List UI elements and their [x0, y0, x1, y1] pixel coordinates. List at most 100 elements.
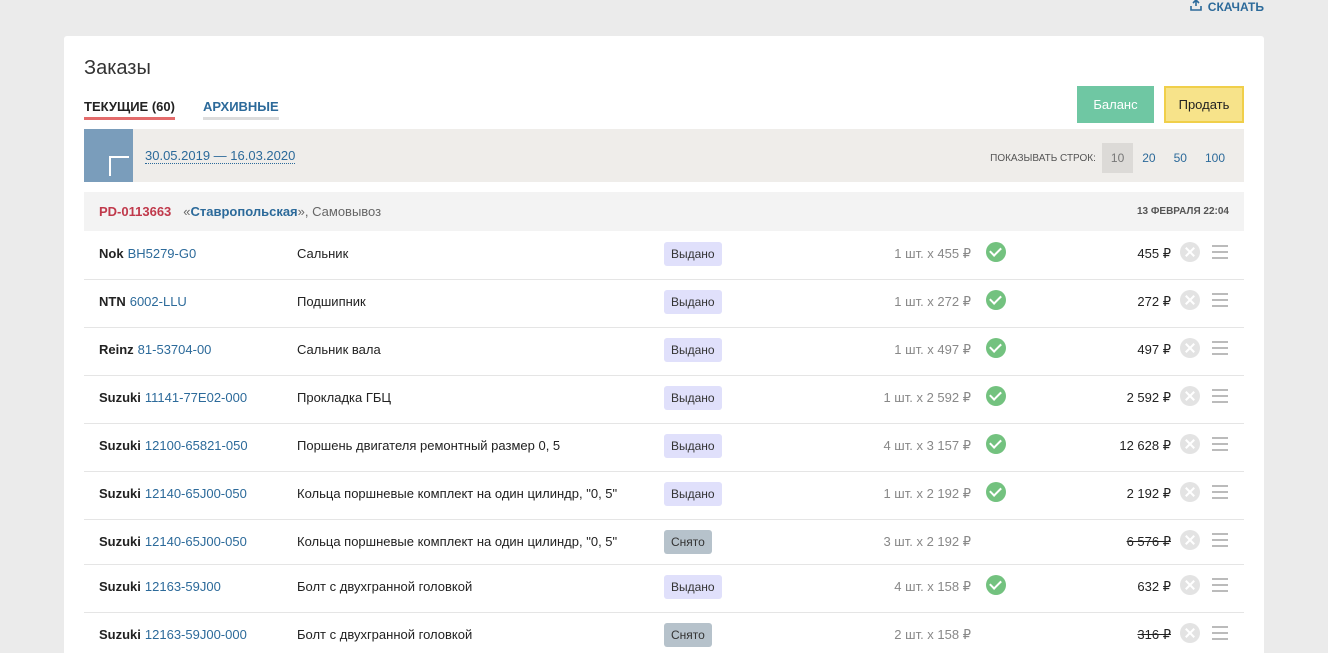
status-badge: Снято [664, 623, 712, 647]
item-total: 455 ₽ [1137, 246, 1171, 261]
table-row: Suzuki 12163-59J00-000 Болт с двухгранной… [84, 613, 1244, 653]
menu-icon[interactable] [1212, 626, 1228, 644]
item-total: 272 ₽ [1137, 294, 1171, 309]
rows-per-page: ПОКАЗЫВАТЬ СТРОК: 10 20 50 100 [990, 143, 1234, 173]
menu-icon[interactable] [1212, 245, 1228, 263]
check-icon [986, 434, 1006, 454]
item-total: 2 192 ₽ [1126, 486, 1171, 501]
tab-archive[interactable]: АРХИВНЫЕ [202, 99, 279, 120]
item-qty-price: 1 шт. х 272 ₽ [894, 294, 971, 309]
rows-option-20[interactable]: 20 [1133, 143, 1164, 173]
menu-icon[interactable] [1212, 341, 1228, 359]
order-items: Nok BH5279-G0 Сальник Выдано 1 шт. х 455 … [84, 232, 1244, 653]
status-badge: Выдано [664, 290, 722, 314]
cancel-icon[interactable] [1180, 434, 1200, 454]
menu-icon[interactable] [1212, 578, 1228, 596]
menu-icon[interactable] [1212, 293, 1228, 311]
item-qty-price: 2 шт. х 158 ₽ [894, 627, 971, 642]
item-qty-price: 4 шт. х 3 157 ₽ [883, 438, 971, 453]
item-part-link[interactable]: 12163-59J00 [145, 579, 221, 594]
cancel-icon[interactable] [1180, 623, 1200, 643]
check-icon [986, 290, 1006, 310]
rows-option-50[interactable]: 50 [1165, 143, 1196, 173]
item-total: 2 592 ₽ [1126, 390, 1171, 405]
cancel-icon[interactable] [1180, 386, 1200, 406]
item-part-link[interactable]: BH5279-G0 [128, 246, 197, 261]
item-description: Кольца поршневые комплект на один цилинд… [297, 534, 618, 549]
item-description: Кольца поршневые комплект на один цилинд… [297, 486, 618, 501]
cancel-icon[interactable] [1180, 530, 1200, 550]
order-id[interactable]: PD-0113663 [99, 204, 171, 219]
menu-icon[interactable] [1212, 389, 1228, 407]
menu-icon[interactable] [1212, 485, 1228, 503]
delivery-method: , Самовывоз [304, 204, 382, 219]
item-brand: NTN 6002-LLU [99, 294, 187, 309]
page-title: Заказы [84, 57, 151, 79]
rows-option-100[interactable]: 100 [1196, 143, 1234, 173]
tab-current[interactable]: ТЕКУЩИЕ (60) [84, 99, 175, 120]
balance-button[interactable]: Баланс [1077, 86, 1154, 123]
status-badge: Выдано [664, 575, 722, 599]
orders-card: Заказы ТЕКУЩИЕ (60) АРХИВНЫЕ Баланс Прод… [64, 36, 1264, 653]
item-brand: Nok BH5279-G0 [99, 246, 197, 261]
item-part-link[interactable]: 12140-65J00-050 [145, 534, 247, 549]
status-badge: Снято [664, 530, 712, 554]
item-qty-price: 1 шт. х 497 ₽ [894, 342, 971, 357]
item-brand: Suzuki 12163-59J00-000 [99, 627, 247, 642]
item-part-link[interactable]: 11141-77E02-000 [145, 390, 247, 405]
date-range-picker[interactable]: 30.05.2019 — 16.03.2020 [145, 148, 296, 164]
item-brand: Suzuki 12100-65821-050 [99, 438, 248, 453]
status-badge: Выдано [664, 482, 722, 506]
status-badge: Выдано [664, 434, 722, 458]
table-row: Suzuki 12140-65J00-050 Кольца поршневые к… [84, 472, 1244, 520]
item-brand: Suzuki 12140-65J00-050 [99, 486, 247, 501]
item-total: 316 ₽ [1137, 627, 1171, 642]
table-row: Suzuki 12100-65821-050 Поршень двигателя … [84, 424, 1244, 472]
item-description: Поршень двигателя ремонтный размер 0, 5 [297, 438, 561, 453]
cancel-icon[interactable] [1180, 290, 1200, 310]
item-part-link[interactable]: 12163-59J00-000 [145, 627, 247, 642]
item-qty-price: 1 шт. х 455 ₽ [894, 246, 971, 261]
store-link[interactable]: Ставропольская [191, 204, 298, 219]
cancel-icon[interactable] [1180, 338, 1200, 358]
item-total: 632 ₽ [1137, 579, 1171, 594]
sell-button[interactable]: Продать [1164, 86, 1244, 123]
rows-option-10[interactable]: 10 [1101, 143, 1134, 173]
status-badge: Выдано [664, 338, 722, 362]
cancel-icon[interactable] [1180, 242, 1200, 262]
item-part-link[interactable]: 6002-LLU [130, 294, 187, 309]
item-total: 497 ₽ [1137, 342, 1171, 357]
item-brand: Suzuki 12140-65J00-050 [99, 534, 247, 549]
table-row: Suzuki 11141-77E02-000 Прокладка ГБЦ Выда… [84, 376, 1244, 424]
table-row: Reinz 81-53704-00 Сальник вала Выдано 1 ш… [84, 328, 1244, 376]
menu-icon[interactable] [1212, 533, 1228, 551]
check-icon [986, 482, 1006, 502]
download-label: СКАЧАТЬ [1207, 0, 1264, 14]
item-brand: Reinz 81-53704-00 [99, 342, 212, 357]
check-icon [986, 338, 1006, 358]
item-qty-price: 1 шт. х 2 192 ₽ [883, 486, 971, 501]
item-brand: Suzuki 12163-59J00 [99, 579, 221, 594]
item-description: Подшипник [297, 294, 366, 309]
check-icon [986, 242, 1006, 262]
order-store: «Ставропольская», Самовывоз [183, 204, 382, 219]
item-description: Болт с двухгранной головкой [297, 579, 473, 594]
cancel-icon[interactable] [1180, 575, 1200, 595]
download-link[interactable]: СКАЧАТЬ [1189, 0, 1264, 14]
item-description: Болт с двухгранной головкой [297, 627, 473, 642]
add-filter-button[interactable] [84, 129, 133, 182]
item-total: 6 576 ₽ [1126, 534, 1171, 549]
cancel-icon[interactable] [1180, 482, 1200, 502]
table-row: Suzuki 12163-59J00 Болт с двухгранной гол… [84, 565, 1244, 613]
rows-label: ПОКАЗЫВАТЬ СТРОК: [990, 152, 1096, 164]
filter-bar: 30.05.2019 — 16.03.2020 ПОКАЗЫВАТЬ СТРОК… [84, 129, 1244, 182]
item-qty-price: 1 шт. х 2 592 ₽ [883, 390, 971, 405]
menu-icon[interactable] [1212, 437, 1228, 455]
item-part-link[interactable]: 81-53704-00 [138, 342, 212, 357]
upload-icon [1189, 0, 1202, 11]
status-badge: Выдано [664, 386, 722, 410]
item-part-link[interactable]: 12100-65821-050 [145, 438, 248, 453]
item-qty-price: 3 шт. х 2 192 ₽ [883, 534, 971, 549]
item-part-link[interactable]: 12140-65J00-050 [145, 486, 247, 501]
item-brand: Suzuki 11141-77E02-000 [99, 390, 248, 405]
